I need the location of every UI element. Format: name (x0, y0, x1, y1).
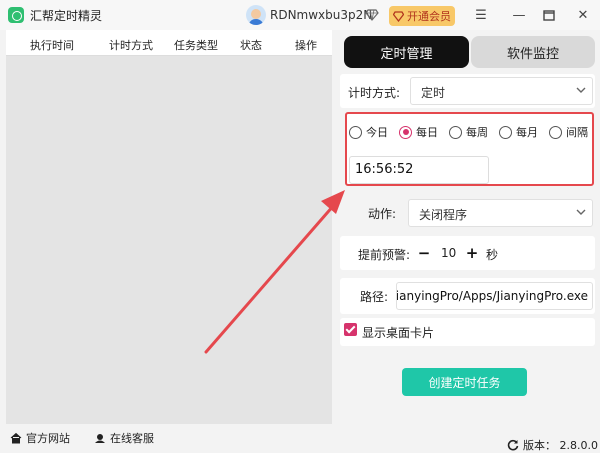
show-card-row: 显示桌面卡片 (340, 318, 595, 346)
path-input[interactable]: l/JianyingPro/Apps/JianyingPro.exe (396, 282, 593, 310)
table-header: 执行时间 计时方式 任务类型 状态 操作 (6, 30, 332, 56)
title-bar: 汇帮定时精灵 RDNmwxbu3p2N 开通会员 ☰ — ✕ (0, 0, 600, 30)
radio-weekly[interactable]: 每周 (449, 124, 488, 140)
timing-mode-value: 定时 (421, 86, 446, 100)
radio-daily-dot (399, 125, 412, 139)
radio-monthly-label: 每月 (516, 126, 538, 139)
maximize-button[interactable] (540, 6, 558, 24)
column-timing-mode[interactable]: 计时方式 (109, 37, 153, 53)
column-execute-time[interactable]: 执行时间 (30, 37, 74, 53)
radio-interval[interactable]: 间隔 (549, 124, 588, 140)
warning-value[interactable]: 10 (441, 246, 456, 260)
vip-gem-icon (393, 10, 404, 22)
show-card-label: 显示桌面卡片 (362, 326, 435, 340)
increment-button[interactable]: + (464, 244, 480, 262)
radio-monthly-dot (499, 125, 512, 139)
close-button[interactable]: ✕ (574, 6, 592, 24)
radio-today[interactable]: 今日 (349, 124, 388, 140)
maximize-icon (543, 9, 555, 21)
chevron-down-icon (576, 209, 586, 215)
timing-mode-label: 计时方式: (348, 86, 401, 100)
warning-label: 提前预警: (358, 248, 411, 262)
column-task-type[interactable]: 任务类型 (174, 37, 218, 53)
tab-software-monitor[interactable]: 软件监控 (471, 36, 595, 68)
username[interactable]: RDNmwxbu3p2N (270, 8, 372, 22)
path-value: l/JianyingPro/Apps/JianyingPro.exe (396, 289, 588, 303)
path-label: 路径: (360, 290, 389, 304)
action-value: 关闭程序 (419, 208, 468, 222)
radio-interval-dot (549, 125, 562, 139)
radio-daily-label: 每日 (416, 126, 438, 139)
time-input[interactable]: 16:56:52 (349, 156, 489, 184)
close-icon: ✕ (577, 7, 589, 23)
app-clock-icon (8, 7, 24, 23)
plus-icon: + (465, 244, 479, 262)
headset-icon (95, 434, 105, 443)
radio-daily[interactable]: 每日 (399, 124, 438, 140)
radio-monthly[interactable]: 每月 (499, 124, 538, 140)
home-icon (10, 432, 22, 444)
app-title: 汇帮定时精灵 (30, 9, 103, 23)
column-actions[interactable]: 操作 (295, 37, 317, 53)
action-label: 动作: (368, 207, 397, 221)
version-label: 版本： 2.8.0.0 (523, 439, 598, 452)
refresh-icon[interactable] (507, 439, 519, 451)
version-info: 版本： 2.8.0.0 (507, 437, 598, 453)
radio-interval-label: 间隔 (566, 126, 588, 139)
timing-mode-row: 计时方式: 定时 (340, 74, 595, 108)
timing-mode-select[interactable]: 定时 (410, 77, 593, 105)
minimize-icon: — (512, 7, 526, 23)
create-task-button[interactable]: 创建定时任务 (402, 368, 527, 396)
chevron-down-icon (576, 87, 586, 93)
official-website-label: 官方网站 (26, 432, 70, 445)
tab-timer-management[interactable]: 定时管理 (344, 36, 469, 68)
minimize-button[interactable]: — (510, 6, 528, 24)
official-website-link[interactable]: 官方网站 (10, 430, 70, 446)
menu-button[interactable]: ☰ (472, 6, 490, 24)
action-row: 动作: 关闭程序 (340, 196, 595, 230)
vip-diamond-icon (365, 9, 379, 21)
frequency-time-group: 今日 每日 每周 每月 间隔 16:56:52 (345, 112, 594, 186)
radio-today-label: 今日 (366, 126, 388, 139)
minus-icon: − (417, 244, 431, 262)
show-card-checkbox[interactable] (344, 323, 357, 336)
online-support-link[interactable]: 在线客服 (94, 430, 154, 446)
radio-weekly-label: 每周 (466, 126, 488, 139)
action-select[interactable]: 关闭程序 (408, 199, 593, 227)
warning-unit: 秒 (486, 248, 499, 262)
decrement-button[interactable]: − (416, 244, 432, 262)
user-avatar[interactable] (246, 5, 266, 25)
task-table: 执行时间 计时方式 任务类型 状态 操作 (6, 30, 332, 424)
online-support-label: 在线客服 (110, 432, 154, 445)
radio-weekly-dot (449, 125, 462, 139)
menu-icon: ☰ (475, 7, 487, 23)
warning-row: 提前预警: − 10 + 秒 (340, 236, 595, 270)
open-vip-button[interactable]: 开通会员 (389, 6, 455, 26)
open-vip-label: 开通会员 (407, 10, 451, 23)
column-status[interactable]: 状态 (240, 37, 262, 53)
radio-today-dot (349, 125, 362, 139)
